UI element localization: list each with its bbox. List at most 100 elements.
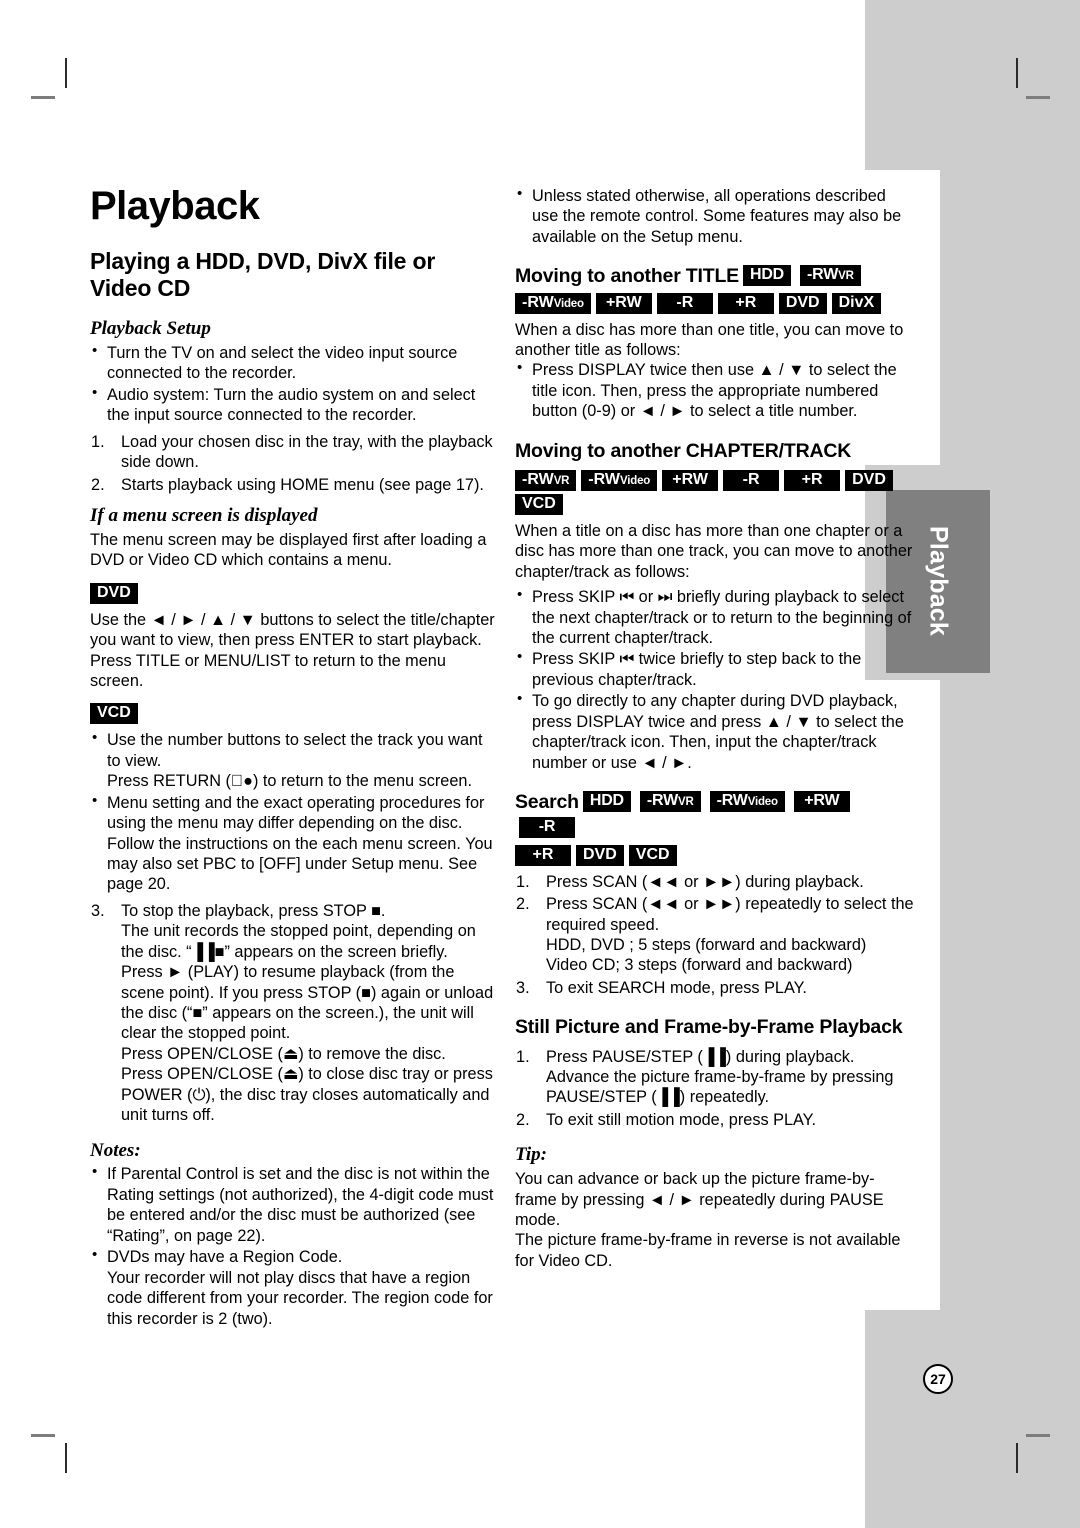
disc-badge-minusr: -R [656, 292, 713, 314]
list-item: To go directly to any chapter during DVD… [515, 690, 915, 773]
step3-line-2: Press ► (PLAY) to resume playback (from … [121, 963, 494, 1043]
dvd-instruction-1: Use the ◄ / ► / ▲ / ▼ buttons to select … [90, 610, 495, 650]
disc-badge-rwvr: -RWVR [800, 265, 861, 287]
left-column: Playback Playing a HDD, DVD, DivX file o… [90, 186, 495, 1330]
disc-badge-rwvideo: -RWVideo [709, 790, 785, 812]
list-item: If Parental Control is set and the disc … [90, 1163, 495, 1246]
crop-mark-top-right-horizontal [1026, 96, 1050, 99]
list-item: Starts playback using HOME menu (see pag… [91, 475, 484, 496]
chapter-section-bullets: Press SKIP ⏮ or ⏭ briefly during playbac… [515, 586, 915, 773]
page-number: 27 [923, 1364, 953, 1394]
notes-bullets: If Parental Control is set and the disc … [90, 1163, 495, 1329]
list-item: To exit still motion mode, press PLAY. [516, 1110, 816, 1131]
section-title: Playing a HDD, DVD, DivX file or Video C… [90, 248, 436, 302]
vcd-bullet-1-line-2: Press RETURN (᪲●) to return to the menu … [107, 772, 472, 791]
disc-badge-vcd: VCD [628, 844, 677, 866]
still-picture-steps: Press PAUSE/STEP (▐▐) during playback. A… [515, 1047, 915, 1131]
list-item: Press PAUSE/STEP (▐▐) during playback. A… [516, 1047, 894, 1107]
disc-badge-plusrw: +RW [793, 790, 850, 812]
list-item: DVDs may have a Region Code. Your record… [90, 1246, 495, 1329]
note-2-line-1: DVDs may have a Region Code. [107, 1248, 343, 1267]
heading-moving-to-title-text: Moving to another TITLE [515, 265, 739, 288]
note-2-line-2: Your recorder will not play discs that h… [107, 1268, 493, 1328]
crop-mark-top-right-vertical [1016, 58, 1018, 88]
heading-playback-setup: Playback Setup [90, 318, 211, 340]
heading-search: Search HDD -RWVR -RWVideo +RW -R [515, 789, 915, 842]
disc-badge-rwvideo: -RWVideo [515, 292, 591, 314]
disc-badge-minusr: -R [723, 470, 780, 491]
disc-badge-dvd: DVD [576, 844, 624, 866]
vcd-bullet-1-line-1: Use the number buttons to select the tra… [107, 731, 483, 770]
heading-tip: Tip: [515, 1144, 548, 1166]
disc-badge-plusrw: +RW [595, 292, 652, 314]
intro-bullets: Unless stated otherwise, all operations … [515, 185, 915, 247]
title-section-intro: When a disc has more than one title, you… [515, 320, 904, 359]
menu-screen-intro: The menu screen may be displayed first a… [90, 530, 487, 570]
crop-mark-bottom-left-horizontal [31, 1434, 55, 1437]
disc-badge-plusrw: +RW [662, 470, 719, 491]
title-section-bullets: Press DISPLAY twice then use ▲ / ▼ to se… [515, 359, 915, 421]
disc-badge-hdd: HDD [582, 790, 631, 812]
crop-mark-top-left-vertical [65, 58, 67, 88]
step3-line-1: The unit records the stopped point, depe… [121, 922, 476, 961]
disc-badge-rwvr: -RWVR [639, 790, 701, 812]
playback-setup-steps: Load your chosen disc in the tray, with … [90, 432, 495, 496]
list-item: Menu setting and the exact operating pro… [90, 792, 495, 895]
list-item: Audio system: Turn the audio system on a… [90, 384, 495, 426]
chapter-section-intro: When a title on a disc has more than one… [515, 521, 913, 581]
crop-mark-bottom-right-horizontal [1026, 1434, 1050, 1437]
list-item: Turn the TV on and select the video inpu… [90, 342, 495, 384]
list-item: To stop the playback, press STOP ■. The … [90, 901, 495, 1126]
disc-badge-rwvideo: -RWVideo [581, 470, 658, 491]
disc-badge-minusr: -R [519, 817, 575, 839]
list-item: Press SKIP ⏮ or ⏭ briefly during playbac… [515, 586, 915, 648]
badge-row-dvd: DVD [90, 582, 495, 607]
heading-still-picture: Still Picture and Frame-by-Frame Playbac… [515, 1016, 903, 1039]
badge-row-vcd: VCD [90, 703, 495, 727]
list-item: Load your chosen disc in the tray, with … [91, 432, 493, 472]
disc-badge-divx: DivX [831, 292, 882, 314]
tip-line-1: You can advance or back up the picture f… [515, 1170, 884, 1229]
search-step-2-text: Press SCAN (◄◄ or ►►) repeatedly to sele… [546, 895, 914, 934]
heading-search-text: Search [515, 791, 579, 814]
search-steps: Press SCAN (◄◄ or ►►) during playback. P… [515, 872, 915, 999]
list-item: To exit SEARCH mode, press PLAY. [516, 978, 807, 999]
disc-badge-dvd: DVD [778, 292, 827, 314]
step3-line-3: Press OPEN/CLOSE (⏏) to remove the disc. [121, 1044, 446, 1063]
right-column: Unless stated otherwise, all operations … [515, 185, 915, 1271]
playback-setup-bullets: Turn the TV on and select the video inpu… [90, 342, 495, 426]
disc-badge-rwvr: -RWVR [515, 470, 577, 491]
dvd-instruction-2: Press TITLE or MENU/LIST to return to th… [90, 651, 446, 690]
heading-notes: Notes: [90, 1139, 141, 1161]
disc-badge-dvd: DVD [90, 582, 138, 604]
badge-row-title-section: -RWVideo +RW -R +R DVD DivX [515, 292, 915, 317]
disc-badge-vcd: VCD [90, 703, 138, 725]
list-item: Use the number buttons to select the tra… [90, 729, 495, 791]
vcd-bullets: Use the number buttons to select the tra… [90, 729, 495, 895]
disc-badge-vcd: VCD [515, 493, 563, 515]
search-step-2-extra-2: Video CD; 3 steps (forward and backward) [546, 956, 853, 975]
disc-badge-plusr: +R [515, 844, 571, 866]
crop-mark-bottom-right-vertical [1016, 1443, 1018, 1473]
badge-row-search-section: +R DVD VCD [515, 844, 915, 869]
search-step-2-extra-1: HDD, DVD ; 5 steps (forward and backward… [546, 935, 867, 954]
crop-mark-top-left-horizontal [31, 96, 55, 99]
badge-row-chapter-section: -RWVR -RWVideo +RW -R +R DVD VCD [515, 470, 915, 518]
disc-badge-plusr: +R [784, 470, 841, 491]
list-item: Press SCAN (◄◄ or ►►) repeatedly to sele… [515, 894, 915, 976]
disc-badge-plusr: +R [717, 292, 774, 314]
crop-mark-bottom-left-vertical [65, 1443, 67, 1473]
heading-moving-to-chapter: Moving to another CHAPTER/TRACK [515, 439, 852, 462]
stop-playback-steps: To stop the playback, press STOP ■. The … [90, 901, 495, 1126]
disc-badge-dvd: DVD [845, 470, 893, 491]
page-title: Playback [90, 184, 260, 228]
heading-menu-screen: If a menu screen is displayed [90, 505, 318, 527]
step3-label: To stop the playback, press STOP ■. [121, 901, 386, 920]
list-item: Press SKIP ⏮ twice briefly to step back … [515, 648, 915, 690]
gray-background-bottom [865, 1310, 1080, 1528]
list-item: Unless stated otherwise, all operations … [515, 185, 915, 247]
step3-line-4: Press OPEN/CLOSE (⏏) to close disc tray … [121, 1065, 493, 1125]
tip-line-2: The picture frame-by-frame in reverse is… [515, 1231, 901, 1270]
heading-moving-to-title: Moving to another TITLE HDD -RWVR [515, 263, 915, 289]
disc-badge-hdd: HDD [742, 265, 792, 287]
